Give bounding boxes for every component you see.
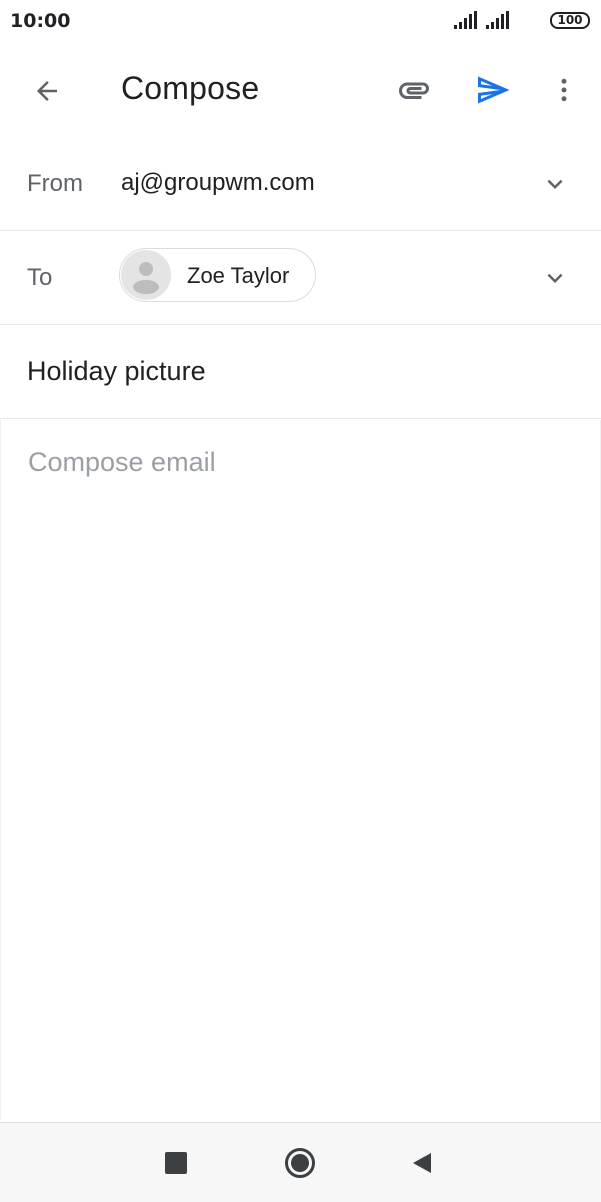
recents-icon[interactable] — [165, 1152, 187, 1174]
from-row: From aj@groupwm.com — [0, 137, 601, 231]
subject-field[interactable]: Holiday picture — [27, 356, 206, 387]
status-time: 10:00 — [10, 10, 71, 32]
from-label: From — [27, 170, 83, 197]
home-icon-inner — [291, 1154, 309, 1172]
app-bar: Compose — [0, 42, 601, 137]
avatar — [121, 250, 171, 300]
more-vert-icon — [561, 78, 567, 102]
recipient-chip[interactable]: Zoe Taylor — [119, 248, 316, 302]
navigation-bar — [0, 1122, 601, 1202]
chevron-down-icon — [547, 273, 563, 283]
to-row: To Zoe Taylor — [0, 231, 601, 325]
back-icon[interactable] — [410, 1151, 434, 1175]
page-title: Compose — [121, 70, 260, 106]
send-button[interactable] — [469, 66, 517, 114]
signal-icon — [486, 11, 510, 34]
chevron-down-icon — [547, 179, 563, 189]
to-label: To — [27, 264, 53, 291]
send-icon — [478, 76, 510, 104]
battery-icon: 100 — [550, 12, 590, 29]
from-account[interactable]: aj@groupwm.com — [121, 169, 315, 197]
person-icon — [133, 262, 159, 294]
from-expand-button[interactable] — [538, 167, 572, 201]
paperclip-icon — [399, 82, 429, 99]
signal-icon — [454, 11, 478, 34]
body-placeholder: Compose email — [28, 447, 216, 477]
to-expand-button[interactable] — [538, 261, 572, 295]
body-field[interactable]: Compose email — [0, 420, 601, 1120]
subject-row[interactable]: Holiday picture — [0, 325, 601, 419]
status-bar: 10:00 100 — [0, 0, 601, 42]
attach-button[interactable] — [390, 66, 438, 114]
home-icon[interactable] — [285, 1148, 315, 1178]
back-button[interactable] — [24, 68, 70, 114]
more-options-button[interactable] — [542, 66, 586, 114]
recipient-name: Zoe Taylor — [187, 263, 290, 288]
arrow-back-icon — [37, 81, 57, 101]
compose-screen: 10:00 100 Compose From aj@groupwm.com To… — [0, 0, 601, 1202]
